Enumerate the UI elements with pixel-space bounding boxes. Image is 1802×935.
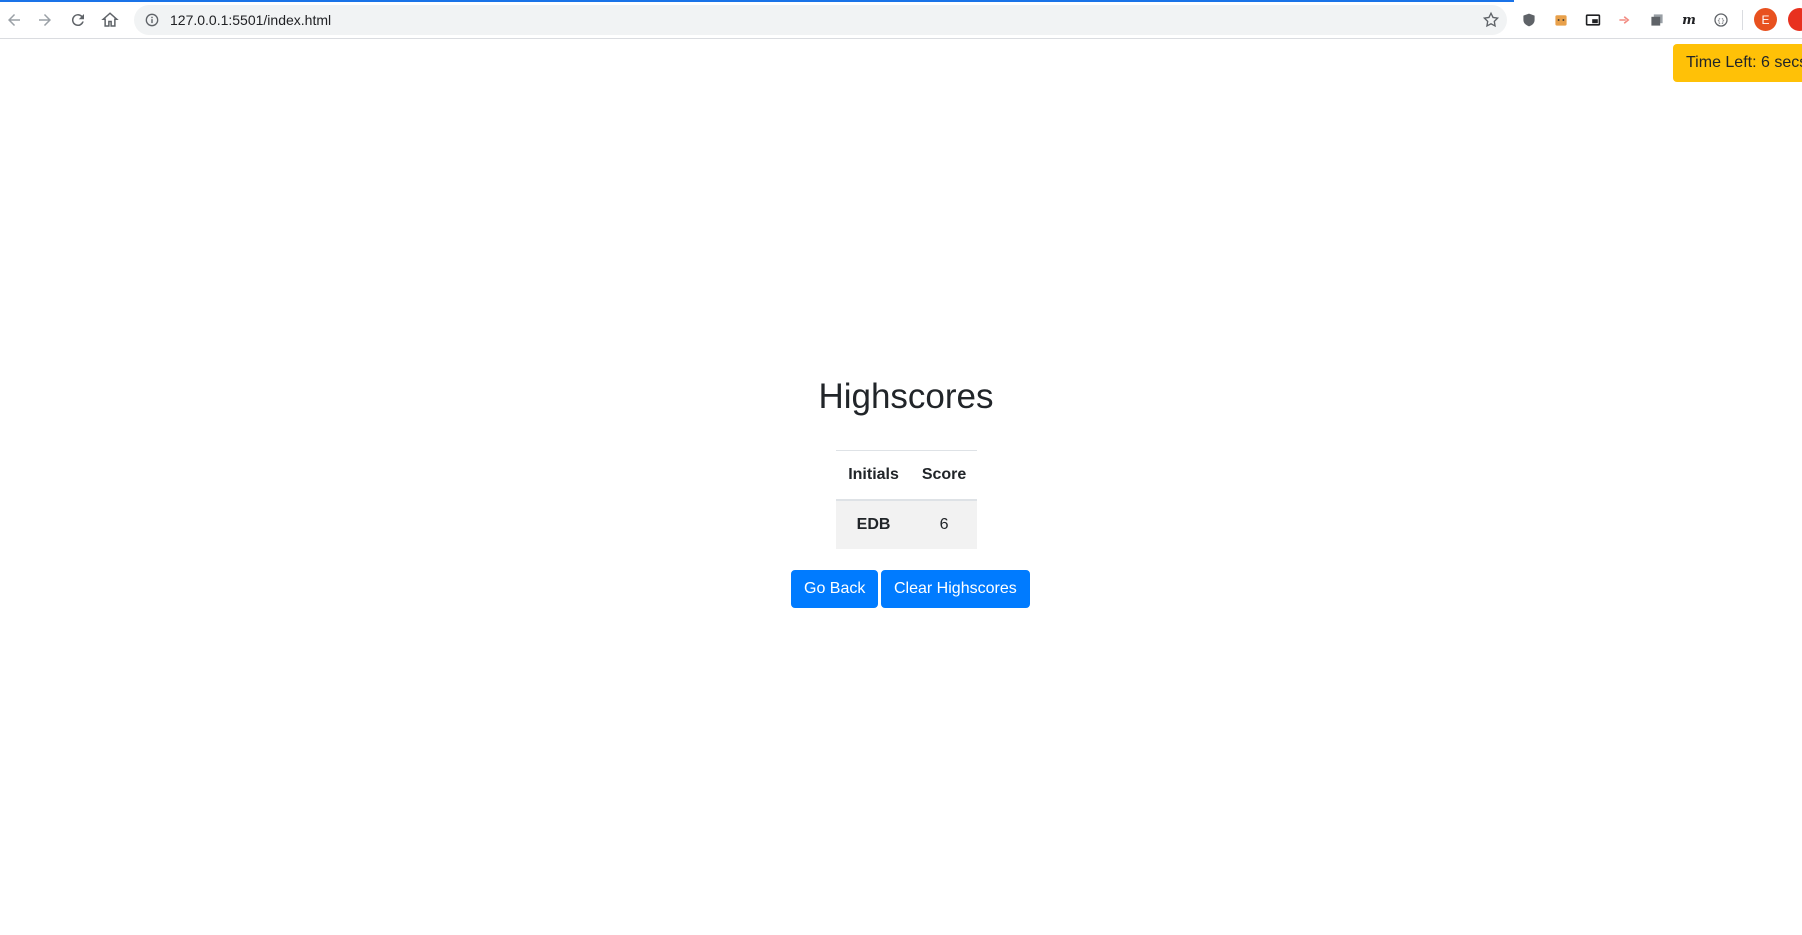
- svg-text:{}: {}: [1717, 16, 1725, 24]
- cell-score: 6: [939, 516, 949, 533]
- bookmark-star-icon[interactable]: [1481, 10, 1501, 30]
- fox-icon[interactable]: [1551, 10, 1571, 30]
- back-icon[interactable]: [2, 8, 26, 32]
- address-bar[interactable]: 127.0.0.1:5501/index.html: [134, 5, 1507, 35]
- m-icon[interactable]: m: [1679, 10, 1699, 30]
- url-text[interactable]: 127.0.0.1:5501/index.html: [170, 12, 331, 28]
- time-left-badge: Time Left: 6 secs: [1673, 44, 1802, 82]
- update-icon[interactable]: [1788, 8, 1802, 31]
- go-back-button[interactable]: Go Back: [791, 570, 879, 608]
- cell-initials: EDB: [856, 516, 891, 533]
- browser-toolbar: 127.0.0.1:5501/index.html m {} E: [0, 0, 1802, 39]
- loading-progress-bar: [0, 0, 1514, 2]
- reload-icon[interactable]: [66, 8, 90, 32]
- pip-icon[interactable]: [1583, 10, 1603, 30]
- copy-icon[interactable]: [1647, 10, 1667, 30]
- info-icon[interactable]: [144, 12, 160, 28]
- shield-icon[interactable]: [1519, 10, 1539, 30]
- table-row: EDB 6: [836, 500, 977, 549]
- profile-avatar[interactable]: E: [1754, 8, 1777, 31]
- clear-highscores-button[interactable]: Clear Highscores: [881, 570, 1030, 608]
- highscores-table: Initials Score EDB 6: [836, 450, 977, 549]
- page-title: Highscores: [818, 377, 994, 416]
- forward-icon[interactable]: [33, 8, 57, 32]
- toolbar-divider: [1742, 10, 1743, 30]
- column-header-score: Score: [911, 450, 977, 501]
- code-icon[interactable]: {}: [1711, 10, 1731, 30]
- table-header-row: Initials Score: [836, 450, 977, 501]
- column-header-initials: Initials: [836, 450, 912, 501]
- arrow-extension-icon[interactable]: [1615, 10, 1635, 30]
- home-icon[interactable]: [98, 8, 122, 32]
